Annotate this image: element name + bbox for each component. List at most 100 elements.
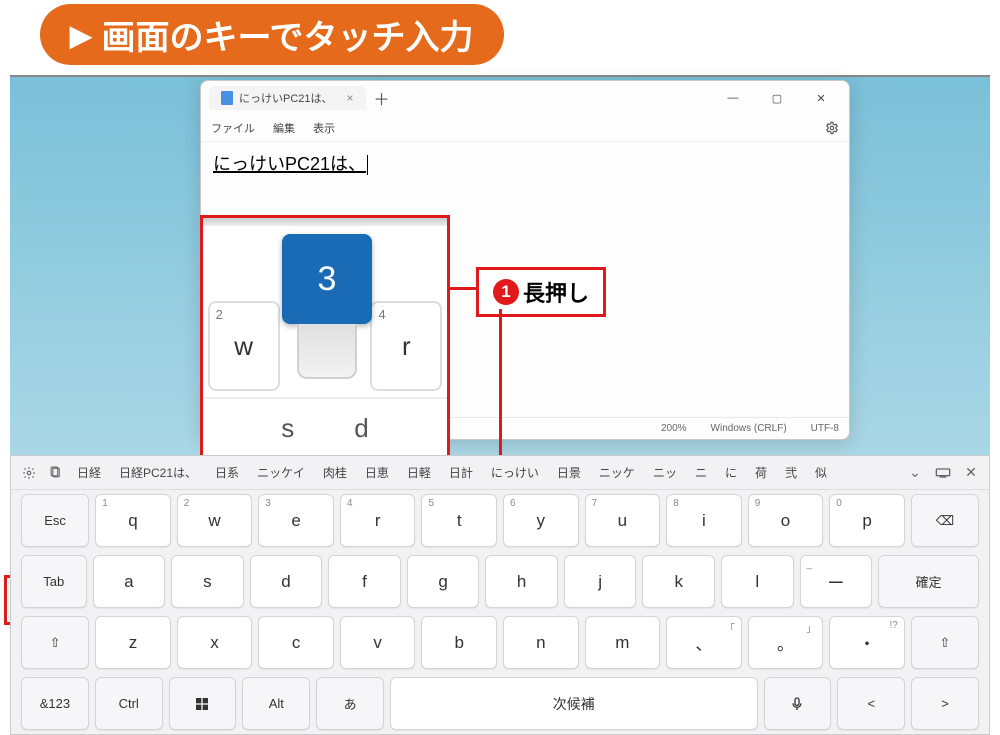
zoom-key-r: 4 r — [370, 301, 442, 391]
key-mic[interactable] — [764, 677, 832, 730]
callout-1-badge: 1 — [493, 279, 519, 305]
status-encoding: UTF-8 — [811, 423, 839, 434]
suggestion-item[interactable]: 肉桂 — [315, 461, 355, 484]
key-shift-right[interactable]: ⇧ — [911, 616, 979, 669]
key-space[interactable]: 次候補 — [390, 677, 758, 730]
r1-key-q[interactable]: 1q — [95, 494, 171, 547]
r3-key-・[interactable]: !?・ — [829, 616, 905, 669]
suggestion-item[interactable]: 似 — [807, 461, 835, 484]
key-enter[interactable]: 確定 — [878, 555, 979, 608]
key-kana[interactable]: あ — [316, 677, 384, 730]
r3-key-v[interactable]: v — [340, 616, 416, 669]
suggestion-item[interactable]: 日経PC21は、 — [111, 461, 205, 484]
r3-key-b[interactable]: b — [421, 616, 497, 669]
banner-title: 画面のキーでタッチ入力 — [102, 10, 474, 59]
notepad-titlebar: にっけいPC21は、 × ＋ ― ▢ ✕ — [201, 81, 849, 115]
r2-key-l[interactable]: l — [721, 555, 794, 608]
clipboard-icon[interactable] — [43, 466, 67, 479]
r2-key-f[interactable]: f — [328, 555, 401, 608]
suggestion-item[interactable]: 日系 — [207, 461, 247, 484]
text-caret — [367, 155, 368, 175]
r3-key-n[interactable]: n — [503, 616, 579, 669]
r1-key-u[interactable]: 7u — [585, 494, 661, 547]
backspace-icon: ⌫ — [936, 513, 954, 529]
r3-key-z[interactable]: z — [95, 616, 171, 669]
close-window-button[interactable]: ✕ — [801, 84, 841, 112]
suggestion-item[interactable]: ニ — [687, 461, 715, 484]
notepad-menubar: ファイル 編集 表示 — [201, 115, 849, 141]
r1-key-p[interactable]: 0p — [829, 494, 905, 547]
key-arrow-left[interactable]: < — [837, 677, 905, 730]
suggestions-list: 日経日経PC21は、日系ニッケイ肉桂日恵日軽日計にっけい日景ニッケニッニに荷弐似 — [69, 461, 835, 484]
keyboard-row-3: ⇧ zxcvbnm「、」。!?・ ⇧ — [11, 612, 989, 673]
zoom-key-d: d — [354, 413, 368, 444]
r2-key-k[interactable]: k — [642, 555, 715, 608]
zoom-inset: 2 w 4 r 3 s d — [200, 215, 450, 460]
key-num-mode[interactable]: &123 — [21, 677, 89, 730]
notepad-tab-title: にっけいPC21は、 — [239, 90, 333, 106]
key-backspace[interactable]: ⌫ — [911, 494, 979, 547]
r2-key-a[interactable]: a — [93, 555, 166, 608]
r1-key-o[interactable]: 9o — [748, 494, 824, 547]
menu-file[interactable]: ファイル — [211, 120, 255, 136]
r2-key-g[interactable]: g — [407, 555, 480, 608]
key-tab[interactable]: Tab — [21, 555, 87, 608]
dock-keyboard-icon[interactable] — [931, 467, 955, 479]
keyboard-row-1: Esc 1q2w3e4r5t6y7u8i9o0p ⌫ — [11, 490, 989, 551]
close-tab-icon[interactable]: × — [347, 91, 354, 105]
keyboard-row-4: &123 Ctrl Alt あ 次候補 < > — [11, 673, 989, 734]
touch-keyboard: 日経日経PC21は、日系ニッケイ肉桂日恵日軽日計にっけい日景ニッケニッニに荷弐似… — [10, 455, 990, 735]
menu-edit[interactable]: 編集 — [273, 120, 295, 136]
r3-key-、[interactable]: 「、 — [666, 616, 742, 669]
suggestion-item[interactable]: ニッ — [645, 461, 685, 484]
settings-gear-icon[interactable] — [825, 121, 839, 135]
suggestion-item[interactable]: 日景 — [549, 461, 589, 484]
suggestion-item[interactable]: ニッケイ — [249, 461, 313, 484]
windows-icon — [194, 696, 210, 712]
r2-key-ー[interactable]: _ー — [800, 555, 873, 608]
suggestion-item[interactable]: 荷 — [747, 461, 775, 484]
r3-key-。[interactable]: 」。 — [748, 616, 824, 669]
r3-key-x[interactable]: x — [177, 616, 253, 669]
r1-key-w[interactable]: 2w — [177, 494, 253, 547]
close-keyboard-icon[interactable]: ✕ — [959, 464, 983, 481]
suggestion-item[interactable]: に — [717, 461, 745, 484]
notepad-tab[interactable]: にっけいPC21は、 × — [209, 86, 366, 110]
r2-key-h[interactable]: h — [485, 555, 558, 608]
r1-key-i[interactable]: 8i — [666, 494, 742, 547]
chevron-down-icon[interactable]: ⌄ — [903, 464, 927, 481]
suggestion-item[interactable]: 日経 — [69, 461, 109, 484]
menu-view[interactable]: 表示 — [313, 120, 335, 136]
suggestion-item[interactable]: にっけい — [483, 461, 547, 484]
microphone-icon — [789, 694, 805, 714]
zoom-key-s: s — [281, 413, 294, 444]
r2-key-j[interactable]: j — [564, 555, 637, 608]
r2-key-s[interactable]: s — [171, 555, 244, 608]
suggestion-item[interactable]: 日恵 — [357, 461, 397, 484]
r2-key-d[interactable]: d — [250, 555, 323, 608]
r1-key-r[interactable]: 4r — [340, 494, 416, 547]
key-arrow-right[interactable]: > — [911, 677, 979, 730]
key-windows[interactable] — [169, 677, 237, 730]
key-alt[interactable]: Alt — [242, 677, 310, 730]
suggestion-item[interactable]: 日軽 — [399, 461, 439, 484]
maximize-button[interactable]: ▢ — [757, 84, 797, 112]
typed-text: にっけいPC21は、 — [213, 154, 366, 174]
key-ctrl[interactable]: Ctrl — [95, 677, 163, 730]
r3-key-c[interactable]: c — [258, 616, 334, 669]
play-arrow-icon — [70, 15, 92, 54]
r3-key-m[interactable]: m — [585, 616, 661, 669]
minimize-button[interactable]: ― — [713, 84, 753, 112]
r1-key-y[interactable]: 6y — [503, 494, 579, 547]
r1-key-e[interactable]: 3e — [258, 494, 334, 547]
callout-longpress: 1 長押し — [476, 267, 606, 317]
suggestion-item[interactable]: ニッケ — [591, 461, 643, 484]
key-shift-left[interactable]: ⇧ — [21, 616, 89, 669]
settings-icon[interactable] — [17, 466, 41, 480]
r1-key-t[interactable]: 5t — [421, 494, 497, 547]
status-eol: Windows (CRLF) — [711, 423, 787, 434]
suggestion-item[interactable]: 日計 — [441, 461, 481, 484]
new-tab-button[interactable]: ＋ — [370, 86, 394, 110]
key-esc[interactable]: Esc — [21, 494, 89, 547]
suggestion-item[interactable]: 弐 — [777, 461, 805, 484]
